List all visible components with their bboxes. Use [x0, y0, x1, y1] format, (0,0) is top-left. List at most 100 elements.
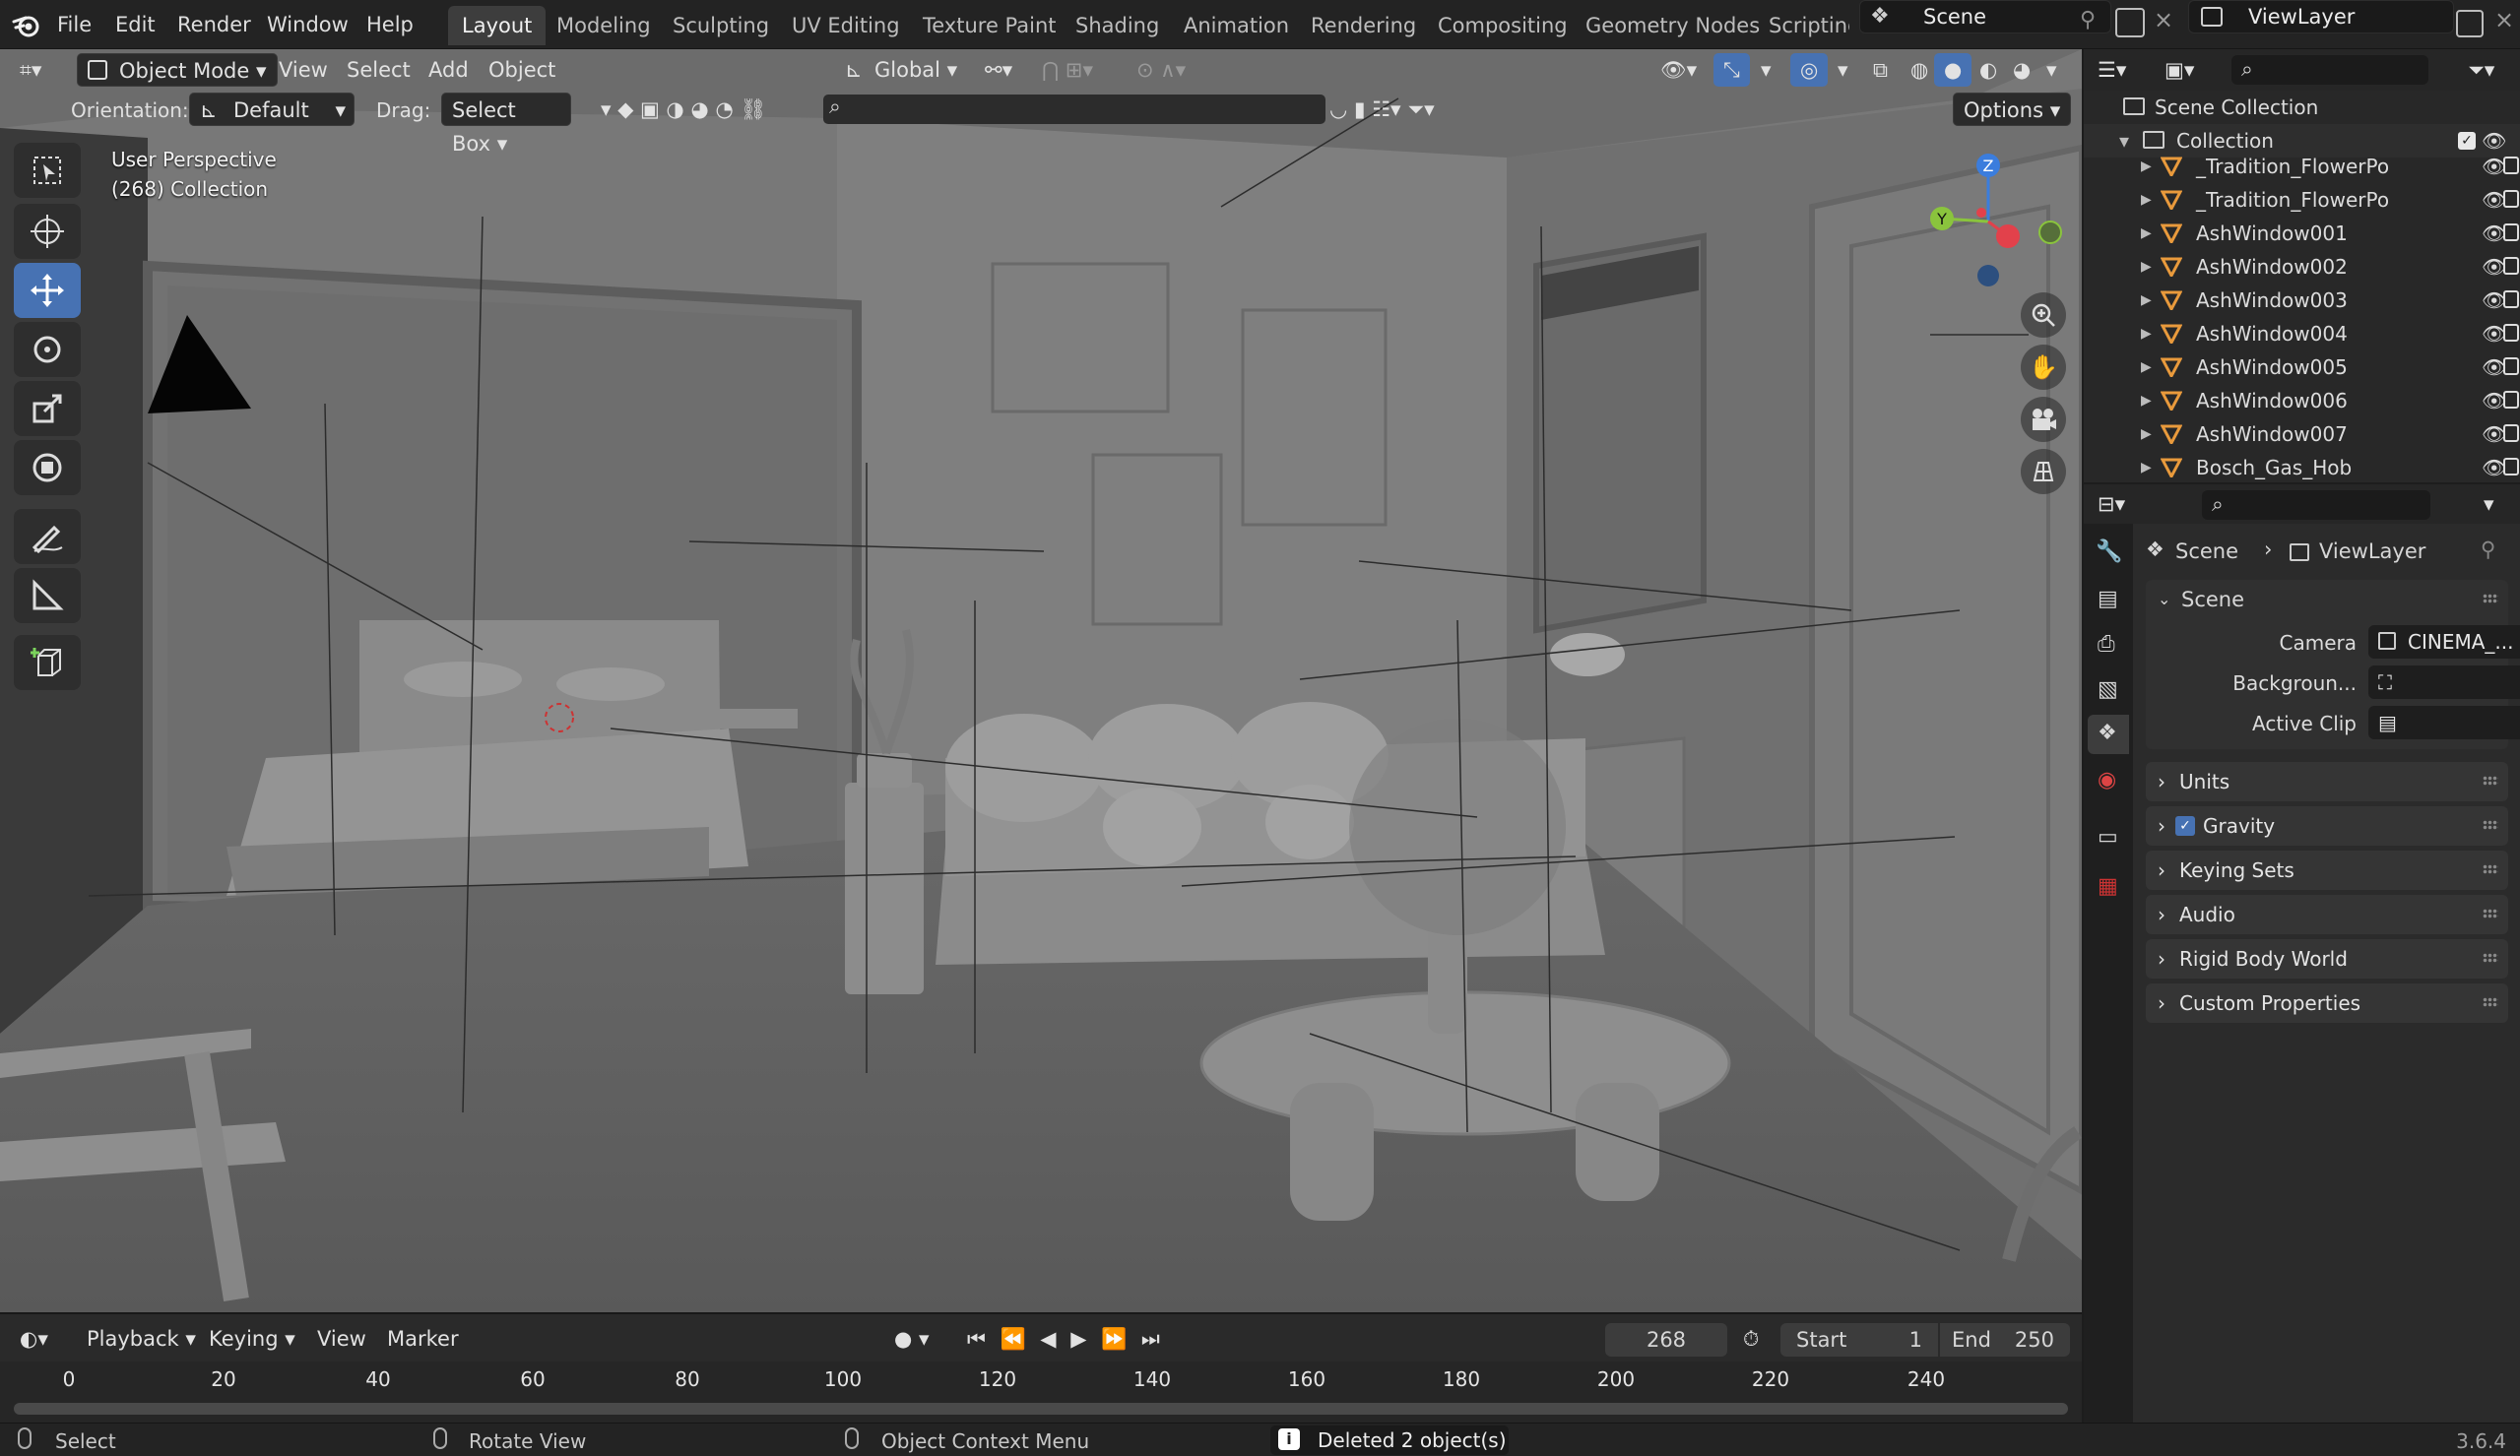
- scene-selector[interactable]: ❖ Scene: [1859, 0, 2111, 33]
- overlays-toggle-icon[interactable]: ◎: [1790, 53, 1829, 87]
- menu-timeline-view[interactable]: View: [307, 1322, 376, 1356]
- camera-render-icon[interactable]: [2503, 458, 2519, 475]
- properties-options-icon[interactable]: ▾: [2474, 487, 2504, 521]
- annotate-tool[interactable]: [14, 509, 81, 564]
- cursor-tool[interactable]: [14, 204, 81, 259]
- drag-handle-icon[interactable]: [2483, 864, 2498, 874]
- outliner-item[interactable]: ▶ AshWindow003 👁: [2084, 284, 2520, 317]
- tab-rendering[interactable]: Rendering: [1297, 6, 1430, 45]
- camera-render-icon[interactable]: [2503, 257, 2519, 275]
- gizmo-toggle-icon[interactable]: ⤡: [1713, 53, 1750, 87]
- rotate-tool[interactable]: [14, 322, 81, 377]
- keying-sets-panel[interactable]: › Keying Sets: [2146, 851, 2508, 890]
- drag-handle-icon[interactable]: [2483, 909, 2498, 918]
- wireframe-shading-icon[interactable]: ◍: [1901, 53, 1938, 87]
- viewport-search-input[interactable]: ⌕: [823, 95, 1325, 124]
- rigid-body-world-panel[interactable]: › Rigid Body World: [2146, 939, 2508, 979]
- texture-tab-icon[interactable]: ▦: [2098, 874, 2118, 899]
- expand-right-icon[interactable]: ▶: [2141, 183, 2152, 217]
- outliner-filter-icon[interactable]: ⏷▾: [2458, 53, 2504, 87]
- delete-scene-icon[interactable]: ×: [2154, 6, 2173, 33]
- active-clip-field[interactable]: ▤: [2368, 706, 2520, 739]
- camera-field[interactable]: CINEMA_... ×: [2368, 625, 2520, 659]
- expand-right-icon[interactable]: ▶: [2141, 417, 2152, 451]
- menu-select[interactable]: Select: [337, 53, 420, 87]
- gravity-checkbox[interactable]: ✓: [2175, 816, 2195, 836]
- tab-animation[interactable]: Animation: [1170, 6, 1303, 45]
- custom-properties-panel[interactable]: › Custom Properties: [2146, 983, 2508, 1023]
- measure-tool[interactable]: [14, 568, 81, 623]
- move-tool[interactable]: [14, 263, 81, 318]
- menu-help[interactable]: Help: [366, 8, 414, 41]
- outliner-item[interactable]: ▶ Bosch_Gas_Hob 👁: [2084, 451, 2520, 482]
- tab-geometry-nodes[interactable]: Geometry Nodes: [1572, 6, 1774, 45]
- tab-modeling[interactable]: Modeling: [543, 6, 665, 45]
- display-mode-icon[interactable]: ▣▾: [2155, 53, 2204, 87]
- camera-render-icon[interactable]: [2503, 391, 2519, 409]
- navigation-gizmo[interactable]: Z Y: [1914, 148, 2062, 295]
- outliner-item[interactable]: ▶ AshWindow002 👁: [2084, 250, 2520, 284]
- menu-add[interactable]: Add: [419, 53, 479, 87]
- 3d-viewport[interactable]: ⌗▾ Object Mode ▾ View Select Add Object …: [0, 49, 2082, 1312]
- solid-shading-icon[interactable]: ●: [1934, 53, 1972, 87]
- outliner-item[interactable]: ▶ _Tradition_FlowerPo 👁: [2084, 183, 2520, 217]
- drag-handle-icon[interactable]: [2483, 953, 2498, 963]
- camera-render-icon[interactable]: [2503, 223, 2519, 241]
- expand-right-icon[interactable]: ▶: [2141, 350, 2152, 384]
- pin-icon[interactable]: ⚲: [2080, 8, 2096, 32]
- menu-marker[interactable]: Marker: [377, 1322, 469, 1356]
- rendered-shading-icon[interactable]: ◕: [2003, 53, 2040, 87]
- tab-layout[interactable]: Layout: [448, 6, 547, 45]
- camera-render-icon[interactable]: [2503, 290, 2519, 308]
- options-button[interactable]: Options ▾: [1953, 93, 2072, 126]
- outliner-search-input[interactable]: ⌕: [2231, 55, 2428, 85]
- outliner-item[interactable]: ▶ AshWindow006 👁: [2084, 384, 2520, 417]
- camera-render-icon[interactable]: [2503, 157, 2519, 174]
- auto-keying-icon[interactable]: ● ▾: [884, 1322, 939, 1356]
- camera-render-icon[interactable]: [2503, 324, 2519, 342]
- properties-search-input[interactable]: ⌕: [2202, 490, 2430, 520]
- blender-logo-icon[interactable]: [12, 10, 41, 39]
- visibility-icon[interactable]: 👁▾: [1650, 53, 1707, 87]
- expand-right-icon[interactable]: ▶: [2141, 217, 2152, 250]
- editor-type-icon[interactable]: ⌗▾: [10, 53, 51, 87]
- menu-edit[interactable]: Edit: [115, 8, 156, 41]
- scale-tool[interactable]: [14, 381, 81, 436]
- camera-render-icon[interactable]: [2503, 424, 2519, 442]
- report-message[interactable]: i Deleted 2 object(s): [1270, 1425, 1509, 1455]
- pan-view-icon[interactable]: ✋: [2021, 345, 2066, 390]
- gravity-panel[interactable]: › ✓ Gravity: [2146, 806, 2508, 846]
- select-box-tool[interactable]: [14, 143, 81, 198]
- zoom-view-icon[interactable]: [2021, 292, 2066, 338]
- background-field[interactable]: ⛶: [2368, 665, 2520, 699]
- collection-tab-icon[interactable]: ▭: [2098, 825, 2118, 850]
- shading-dropdown-icon[interactable]: ▾: [2036, 53, 2067, 87]
- end-frame-field[interactable]: End 250: [1940, 1323, 2070, 1357]
- snap-icon[interactable]: ⋂ ⊞▾: [1032, 53, 1103, 87]
- render-tab-icon[interactable]: ▤: [2098, 587, 2118, 611]
- transform-orientation-dropdown[interactable]: ⊾ Global ▾: [835, 53, 967, 87]
- outliner-item[interactable]: ▶ AshWindow007 👁: [2084, 417, 2520, 451]
- new-viewlayer-icon[interactable]: [2456, 10, 2484, 37]
- delete-viewlayer-icon[interactable]: ×: [2494, 6, 2514, 33]
- menu-view[interactable]: View: [269, 53, 338, 87]
- timeline-ruler[interactable]: 0 20 40 60 80 100 120 140 160 180 200 22…: [0, 1361, 2082, 1424]
- expand-right-icon[interactable]: ▶: [2141, 384, 2152, 417]
- menu-object[interactable]: Object: [479, 53, 565, 87]
- viewlayer-selector[interactable]: ViewLayer: [2188, 0, 2454, 33]
- units-panel[interactable]: › Units: [2146, 762, 2508, 801]
- menu-render[interactable]: Render: [177, 8, 251, 41]
- menu-window[interactable]: Window: [267, 8, 349, 41]
- view-layer-tab-icon[interactable]: ▧: [2098, 677, 2118, 702]
- drag-handle-icon[interactable]: [2483, 997, 2498, 1007]
- tab-texture-paint[interactable]: Texture Paint: [909, 6, 1070, 45]
- timeline-editor-icon[interactable]: ◐▾: [10, 1322, 58, 1356]
- new-scene-icon[interactable]: [2115, 8, 2145, 37]
- world-tab-icon[interactable]: ◉: [2098, 768, 2116, 792]
- camera-view-icon[interactable]: [2021, 397, 2066, 442]
- properties-editor-icon[interactable]: ⊟▾: [2088, 487, 2135, 521]
- expand-right-icon[interactable]: ▶: [2141, 284, 2152, 317]
- filter-tools-icons[interactable]: ◡ ▮ ☷▾ ⏷▾: [1320, 93, 1445, 126]
- expand-right-icon[interactable]: ▶: [2141, 317, 2152, 350]
- xray-icon[interactable]: ⧉: [1863, 53, 1898, 87]
